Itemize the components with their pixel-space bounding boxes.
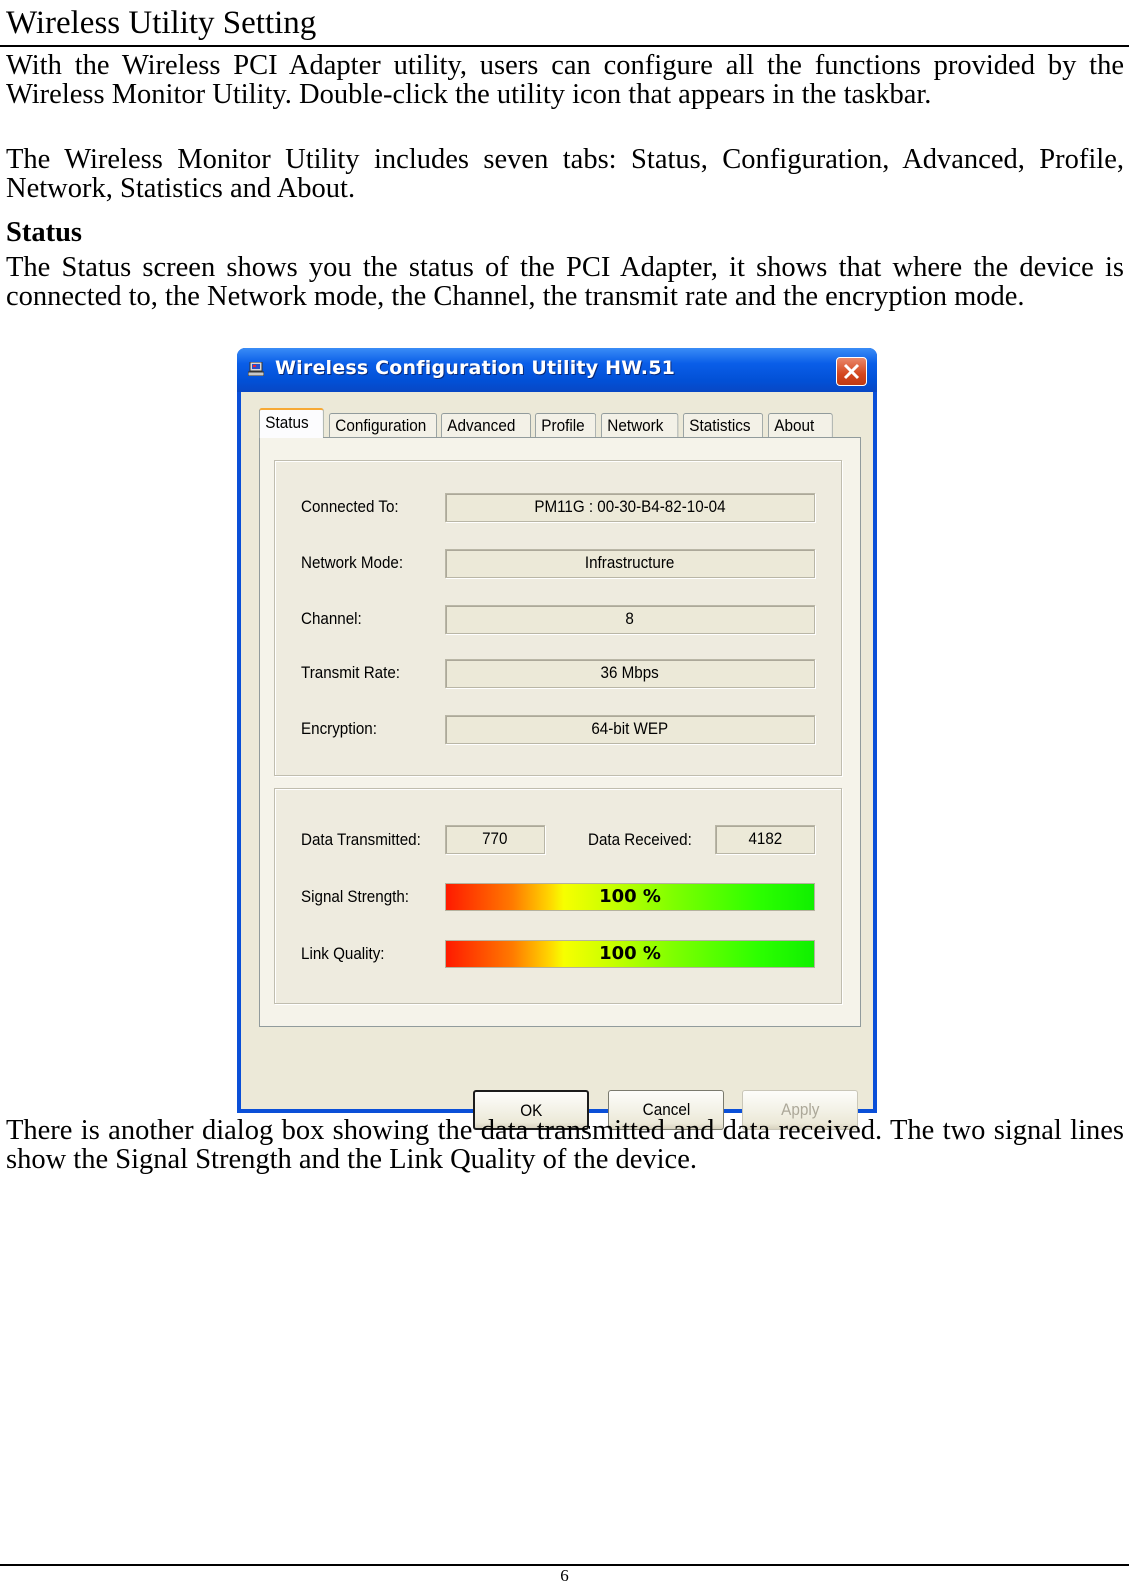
link-quality-meter: 100 % [445,940,815,968]
link-quality-text: 100 % [599,943,661,964]
tab-profile[interactable]: Profile [535,413,597,438]
page-number: 6 [560,1566,569,1585]
encryption-label: Encryption: [301,720,377,738]
config-utility-window: Wireless Configuration Utility HW.51 Sta… [237,348,877,1130]
intro-paragraph: With the Wireless PCI Adapter utility, u… [6,50,1124,110]
tab-advanced[interactable]: Advanced [441,413,531,438]
window-title: Wireless Configuration Utility HW.51 [275,357,676,379]
tabs-paragraph: The Wireless Monitor Utility includes se… [6,144,1124,204]
window-titlebar[interactable]: Wireless Configuration Utility HW.51 [237,348,877,392]
channel-label: Channel: [301,610,362,628]
status-paragraph: The Status screen shows you the status o… [6,252,1124,312]
status-tab-panel: Connected To: PM11G : 00-30-B4-82-10-04 … [259,437,861,1027]
data-received-value: 4182 [715,825,815,854]
section-heading: Status [6,217,83,248]
tab-status[interactable]: Status [259,408,324,438]
data-received-label: Data Received: [588,831,692,849]
data-transmitted-label: Data Transmitted: [301,831,421,849]
encryption-value: 64-bit WEP [445,715,815,744]
transmit-rate-value: 36 Mbps [445,659,815,688]
computer-icon [248,362,264,376]
transmit-rate-label: Transmit Rate: [301,664,400,682]
tab-network[interactable]: Network [601,413,679,438]
traffic-signal-group: Data Transmitted: 770 Data Received: 418… [274,788,842,1004]
tab-strip: Status Configuration Advanced Profile Ne… [259,408,842,438]
network-mode-label: Network Mode: [301,554,404,572]
tab-configuration[interactable]: Configuration [329,413,437,438]
signal-strength-meter: 100 % [445,883,815,911]
signal-strength-text: 100 % [599,886,661,907]
title-rule [0,45,1129,47]
close-button[interactable] [836,357,867,386]
link-quality-label: Link Quality: [301,945,385,963]
network-mode-value: Infrastructure [445,549,815,578]
connected-to-value: PM11G : 00-30-B4-82-10-04 [445,493,815,522]
data-transmitted-value: 770 [445,825,545,854]
closing-paragraph: There is another dialog box showing the … [6,1115,1124,1175]
connected-to-label: Connected To: [301,498,399,516]
tab-statistics[interactable]: Statistics [683,413,764,438]
tab-about[interactable]: About [768,413,833,438]
connection-info-group: Connected To: PM11G : 00-30-B4-82-10-04 … [274,460,842,776]
document-title: Wireless Utility Setting [6,5,317,41]
close-icon [843,363,860,380]
signal-strength-label: Signal Strength: [301,888,410,906]
channel-value: 8 [445,605,815,634]
window-client-area: Status Configuration Advanced Profile Ne… [241,392,873,1130]
